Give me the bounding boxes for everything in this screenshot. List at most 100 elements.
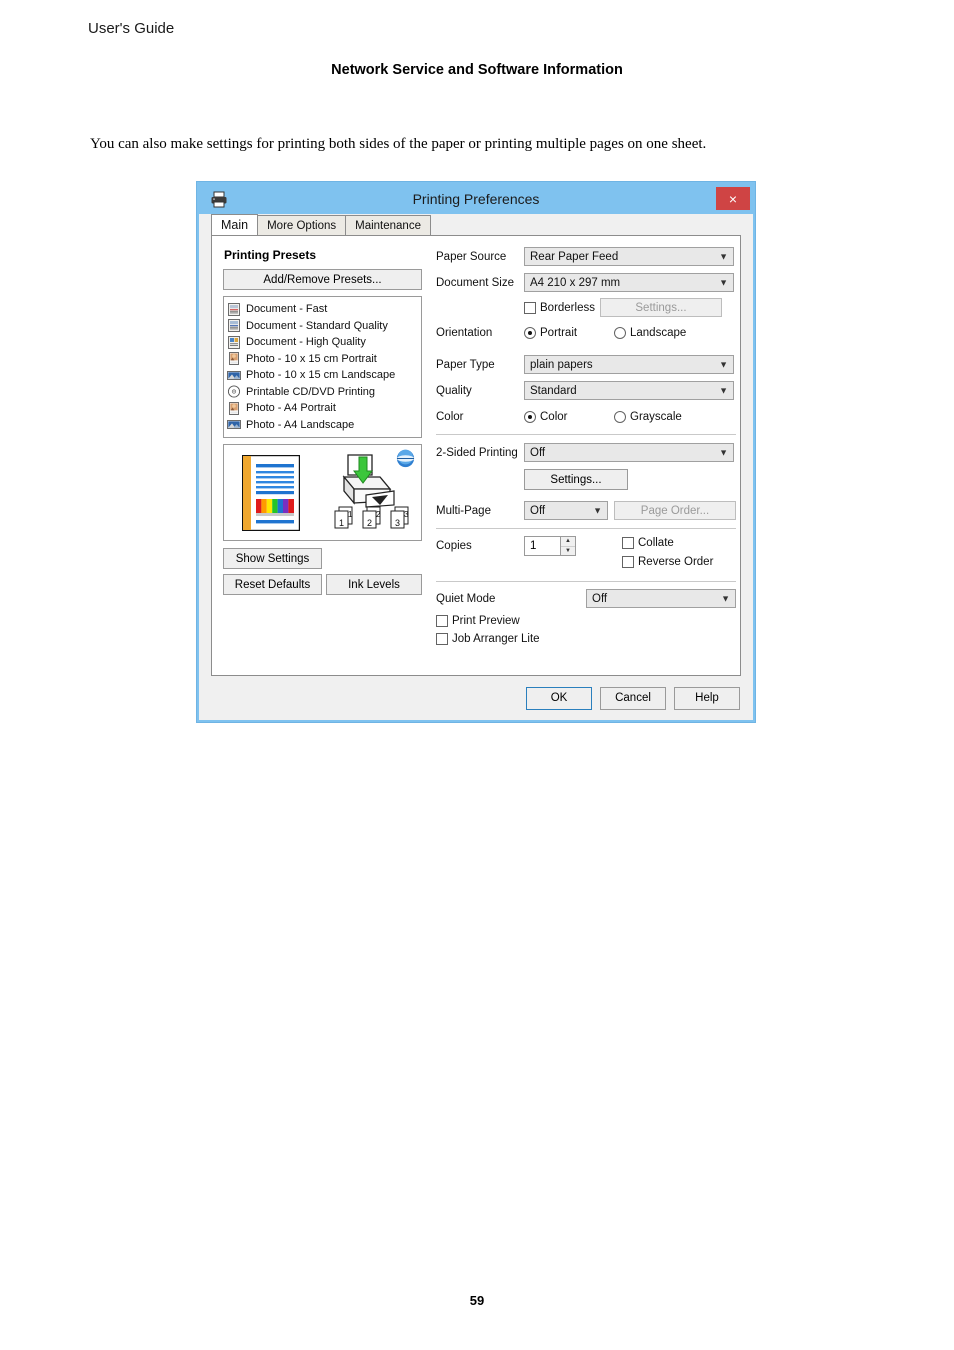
borderless-settings-button[interactable]: Settings... — [599, 298, 722, 317]
title-bar: Printing Preferences × — [199, 184, 753, 214]
body-paragraph: You can also make settings for printing … — [90, 136, 707, 152]
list-item[interactable]: Document - Standard Quality — [227, 318, 419, 335]
list-item-label: Document - High Quality — [246, 336, 366, 349]
reset-defaults-button[interactable]: Reset Defaults — [223, 574, 322, 595]
ink-levels-button[interactable]: Ink Levels — [326, 574, 422, 595]
quiet-mode-select[interactable]: Off ▼ — [586, 589, 736, 608]
borderless-checkbox[interactable]: Borderless — [524, 301, 595, 314]
printer-icon — [209, 189, 229, 209]
quiet-mode-label: Quiet Mode — [436, 592, 496, 605]
list-item-label: Photo - A4 Portrait — [246, 402, 336, 415]
chevron-down-icon: ▼ — [719, 447, 728, 457]
orientation-portrait-radio[interactable]: Portrait — [524, 326, 614, 339]
close-icon[interactable]: × — [716, 187, 750, 210]
dialog-body: Printing Preferences × Main More Options… — [199, 184, 753, 720]
multi-page-select[interactable]: Off ▼ — [524, 501, 608, 520]
collate-checkbox[interactable]: Collate — [622, 537, 674, 549]
document-size-row: Document Size A4 210 x 297 mm ▼ — [436, 272, 736, 293]
cancel-button[interactable]: Cancel — [600, 686, 666, 710]
orientation-landscape-radio[interactable]: Landscape — [614, 326, 687, 339]
copies-stepper[interactable]: 1 ▲ ▼ — [524, 536, 576, 556]
photo-landscape-icon — [227, 418, 241, 431]
show-settings-button[interactable]: Show Settings — [223, 548, 322, 569]
printing-preferences-window: Printing Preferences × Main More Options… — [196, 181, 756, 723]
document-size-select[interactable]: A4 210 x 297 mm ▼ — [524, 273, 734, 292]
quality-label: Quality — [436, 384, 472, 397]
two-sided-label: 2-Sided Printing — [436, 446, 518, 459]
add-remove-presets-button[interactable]: Add/Remove Presets... — [223, 269, 422, 290]
checkbox-box — [622, 556, 634, 568]
divider — [436, 581, 736, 582]
list-item[interactable]: Photo - 10 x 15 cm Portrait — [227, 351, 419, 368]
quality-select[interactable]: Standard ▼ — [524, 381, 734, 400]
svg-text:1: 1 — [348, 510, 353, 519]
multi-page-row: Multi-Page Off ▼ Page Order... — [436, 500, 736, 521]
page-seq-1: 1 — [339, 518, 344, 528]
stepper-down-icon[interactable]: ▼ — [561, 547, 575, 556]
stepper-up-icon[interactable]: ▲ — [561, 537, 575, 547]
left-buttons-row: Reset Defaults Ink Levels — [223, 574, 422, 595]
photo-portrait-icon — [227, 352, 241, 366]
document-thumbnail-icon — [241, 454, 301, 536]
dialog-footer: OK Cancel Help — [199, 676, 753, 720]
chevron-down-icon: ▼ — [719, 251, 728, 261]
two-sided-settings-row: Settings... — [436, 469, 736, 490]
list-item-label: Document - Standard Quality — [246, 319, 388, 332]
chevron-down-icon: ▼ — [719, 385, 728, 395]
job-arranger-checkbox[interactable]: Job Arranger Lite — [436, 633, 540, 645]
orientation-label: Orientation — [436, 326, 493, 339]
paper-type-select[interactable]: plain papers ▼ — [524, 355, 734, 374]
color-label: Color — [436, 410, 464, 423]
list-item[interactable]: Document - High Quality — [227, 334, 419, 351]
reverse-order-checkbox[interactable]: Reverse Order — [622, 556, 713, 568]
svg-text:2: 2 — [376, 510, 381, 519]
orientation-row: Orientation Portrait Landscape — [436, 322, 736, 343]
chevron-down-icon: ▼ — [593, 505, 602, 515]
page-sequence-icon: 1 1 2 2 3 3 — [334, 506, 418, 535]
multi-page-value: Off — [530, 504, 546, 517]
list-item[interactable]: Photo - 10 x 15 cm Landscape — [227, 367, 419, 384]
copies-value: 1 — [530, 540, 537, 552]
paper-source-row: Paper Source Rear Paper Feed ▼ — [436, 246, 736, 267]
paper-source-value: Rear Paper Feed — [530, 250, 619, 263]
list-item[interactable]: Photo - A4 Landscape — [227, 417, 419, 434]
tab-main[interactable]: Main — [211, 214, 259, 235]
page-seq-2: 2 — [367, 518, 372, 528]
presets-list[interactable]: Document - Fast Document - Standard Qual… — [223, 296, 422, 438]
page-order-button[interactable]: Page Order... — [614, 501, 736, 520]
color-grayscale-label: Grayscale — [630, 410, 682, 423]
chevron-down-icon: ▼ — [721, 593, 730, 603]
divider — [436, 528, 736, 529]
paper-type-value: plain papers — [530, 358, 593, 371]
copies-label: Copies — [436, 540, 472, 552]
orientation-landscape-label: Landscape — [630, 326, 687, 339]
list-item[interactable]: Document - Fast — [227, 301, 419, 318]
orientation-portrait-label: Portrait — [540, 326, 578, 339]
list-item[interactable]: Printable CD/DVD Printing — [227, 384, 419, 401]
quiet-mode-row: Quiet Mode Off ▼ — [436, 589, 736, 608]
color-color-radio[interactable]: Color — [524, 410, 614, 423]
two-sided-row: 2-Sided Printing Off ▼ — [436, 442, 736, 463]
paper-type-label: Paper Type — [436, 358, 495, 371]
print-preview-checkbox[interactable]: Print Preview — [436, 615, 520, 627]
quality-row: Quality Standard ▼ — [436, 380, 736, 401]
quiet-mode-value: Off — [592, 592, 608, 605]
radio-circle — [614, 410, 626, 423]
checkbox-box — [622, 537, 634, 549]
two-sided-select[interactable]: Off ▼ — [524, 443, 734, 462]
tab-maintenance[interactable]: Maintenance — [345, 215, 431, 235]
document-standard-icon — [227, 319, 241, 333]
copies-checkboxes: Collate Reverse Order — [622, 536, 713, 574]
document-header: User's Guide — [88, 20, 175, 37]
tab-more-options[interactable]: More Options — [257, 215, 347, 235]
paper-source-select[interactable]: Rear Paper Feed ▼ — [524, 247, 734, 266]
cd-dvd-icon — [227, 385, 241, 398]
two-sided-settings-button[interactable]: Settings... — [524, 469, 628, 490]
help-button[interactable]: Help — [674, 686, 740, 710]
page-number: 59 — [469, 1293, 485, 1308]
list-item[interactable]: Photo - A4 Portrait — [227, 400, 419, 417]
ok-button[interactable]: OK — [526, 686, 592, 710]
quality-value: Standard — [530, 384, 577, 397]
color-grayscale-radio[interactable]: Grayscale — [614, 410, 682, 423]
print-preview-label: Print Preview — [452, 615, 520, 627]
